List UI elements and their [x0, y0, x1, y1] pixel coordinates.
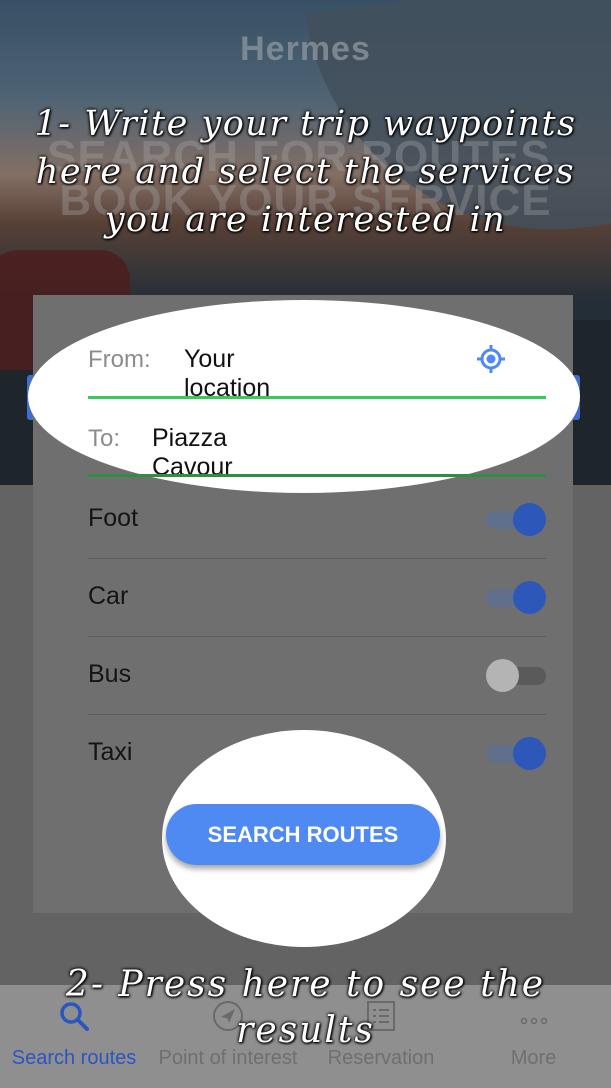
tutorial-hint-step-1: 1- Write your trip waypoints here and se… [0, 100, 611, 244]
hint-line: results [236, 1010, 375, 1051]
hint-line: 1- Write your trip waypoints [34, 104, 577, 144]
bus-toggle[interactable] [486, 658, 546, 692]
hint-line: here and select the services [35, 152, 576, 192]
from-input[interactable]: Your location [184, 345, 270, 403]
to-label: To: [88, 425, 121, 452]
from-label: From: [88, 346, 151, 373]
service-label: Car [88, 582, 129, 610]
service-row-car: Car [88, 558, 546, 637]
search-routes-button[interactable]: SEARCH ROUTES [166, 804, 440, 865]
hint-line: 2- Press here to see the [65, 964, 546, 1005]
service-label: Foot [88, 504, 139, 532]
service-label: Taxi [88, 738, 133, 766]
to-underline [88, 474, 546, 477]
gps-target-icon[interactable] [476, 344, 506, 374]
car-toggle[interactable] [486, 580, 546, 614]
service-label: Bus [88, 660, 132, 688]
foot-toggle[interactable] [486, 502, 546, 536]
hint-line: you are interested in [104, 200, 507, 240]
service-row-bus: Bus [88, 636, 546, 715]
from-underline [88, 396, 546, 399]
tutorial-hint-step-2: 2- Press here to see the results [0, 962, 611, 1054]
taxi-toggle[interactable] [486, 736, 546, 770]
